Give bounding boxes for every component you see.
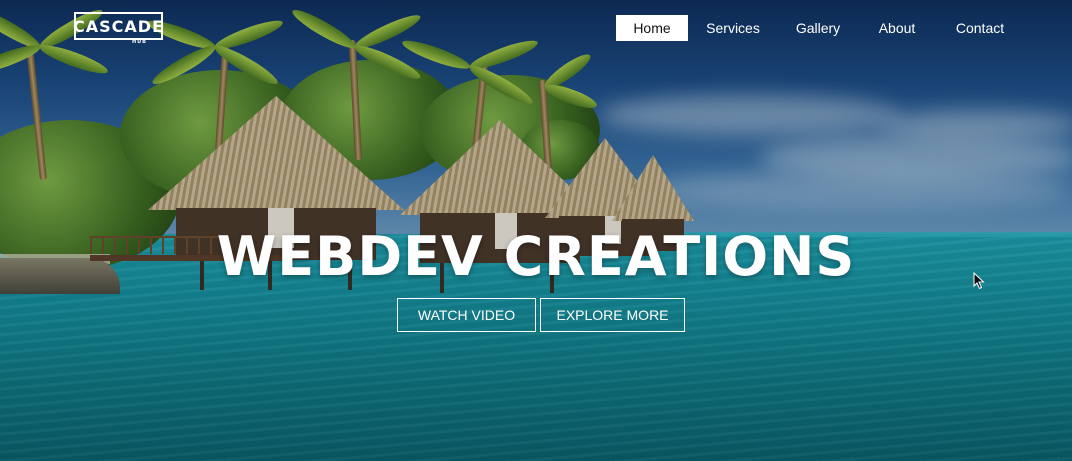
hero-title: WEBDEV CREATIONS <box>216 225 856 288</box>
nav-item-home[interactable]: Home <box>616 15 688 41</box>
nav-item-services[interactable]: Services <box>698 15 768 41</box>
explore-more-button[interactable]: EXPLORE MORE <box>540 298 685 332</box>
nav-item-gallery[interactable]: Gallery <box>786 15 850 41</box>
nav-item-about[interactable]: About <box>868 15 926 41</box>
hero-section: CASCADE HUB Home Services Gallery About … <box>0 0 1072 461</box>
mouse-cursor-icon <box>973 272 985 290</box>
main-nav: Home Services Gallery About Contact <box>0 15 1072 41</box>
nav-item-contact[interactable]: Contact <box>944 15 1016 41</box>
watch-video-button[interactable]: WATCH VIDEO <box>397 298 536 332</box>
